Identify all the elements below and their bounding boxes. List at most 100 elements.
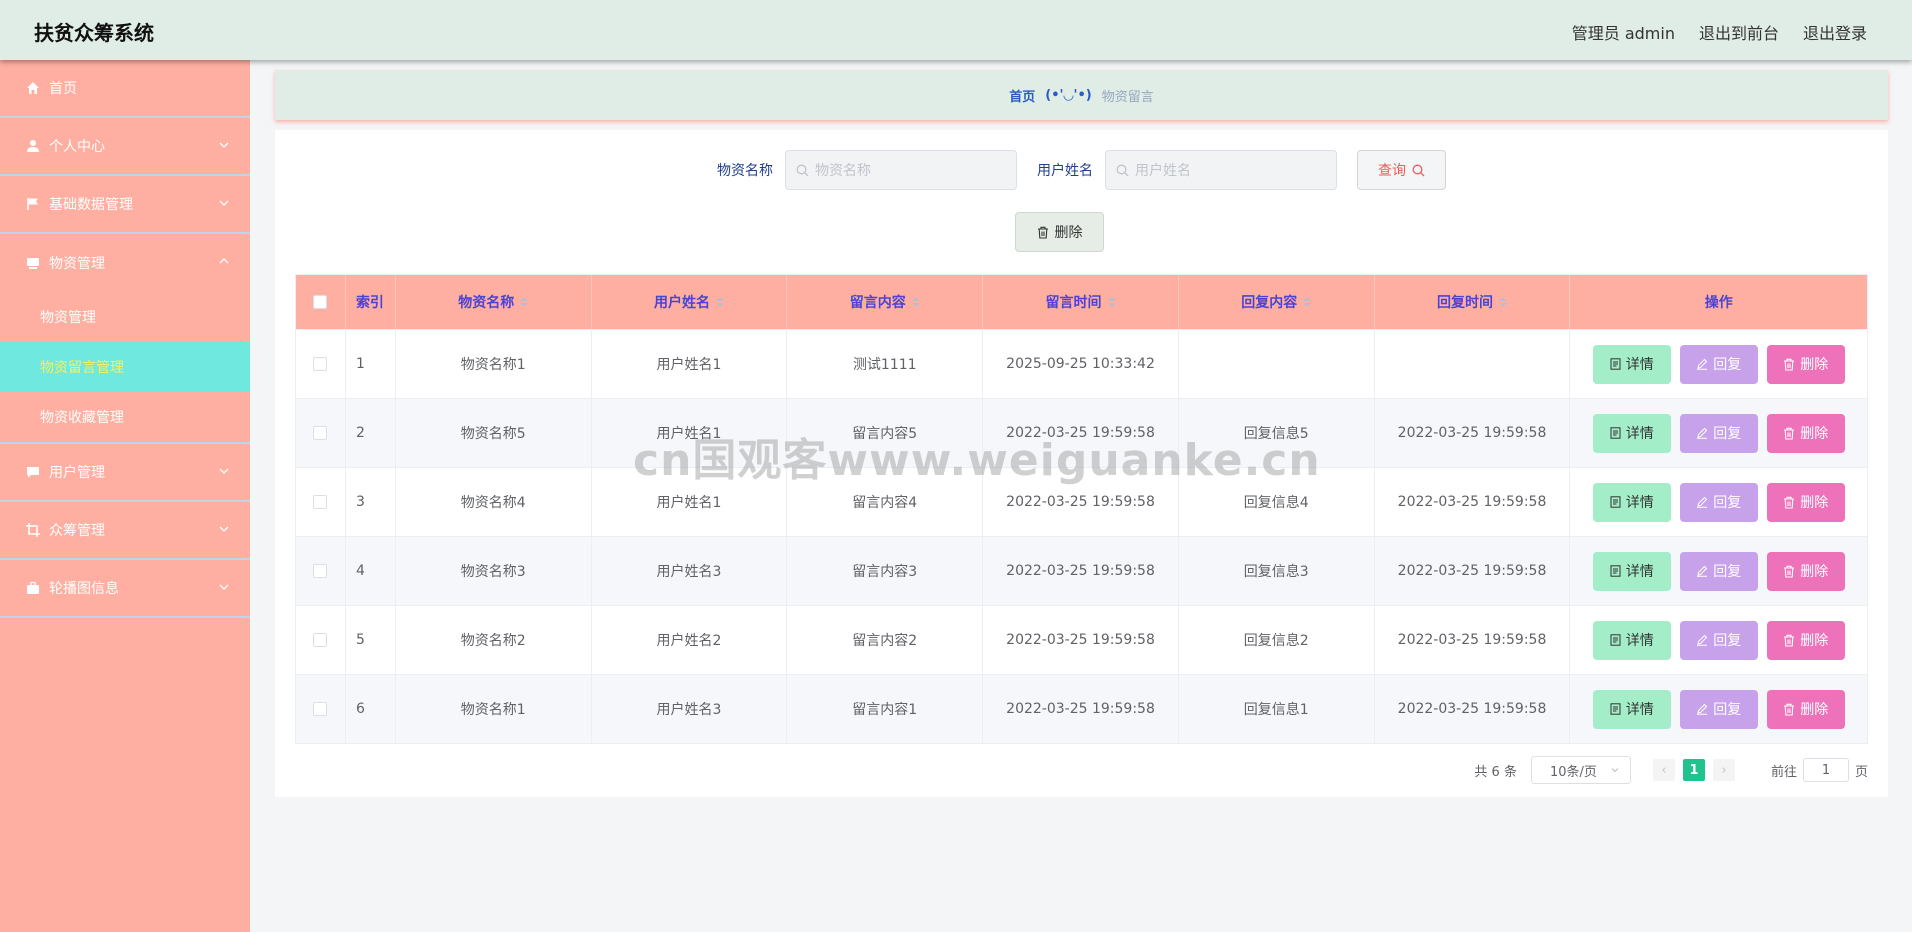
query-button[interactable]: 查询: [1357, 150, 1446, 190]
row-checkbox[interactable]: [313, 564, 328, 578]
material-name-label: 物资名称: [717, 163, 773, 179]
trash-icon: [1784, 427, 1795, 440]
cell-material: 物资名称5: [396, 399, 592, 467]
sidebar-item-materials[interactable]: 物资管理: [0, 234, 250, 292]
cell-message: 留言内容2: [787, 606, 984, 674]
trash-icon: [1784, 634, 1795, 647]
prev-page-button[interactable]: ‹: [1652, 759, 1675, 781]
sidebar-item-carousel[interactable]: 轮播图信息: [0, 560, 250, 618]
sidebar-item-personal[interactable]: 个人中心: [0, 118, 250, 176]
breadcrumb-home[interactable]: 首页: [1009, 86, 1035, 105]
sidebar-sub-item-messages[interactable]: 物资留言管理: [0, 342, 250, 392]
sidebar-item-users[interactable]: 用户管理: [0, 444, 250, 502]
table-row: 3 物资名称4 用户姓名1 留言内容4 2022-03-25 19:59:58 回复信息4…: [296, 467, 1867, 536]
select-all-checkbox[interactable]: [313, 295, 328, 309]
admin-label[interactable]: 管理员 admin: [1572, 20, 1675, 44]
row-checkbox[interactable]: [313, 633, 328, 647]
chevron-down-icon: [219, 200, 229, 206]
cell-message-time: 2025-09-25 10:33:42: [983, 330, 1179, 398]
detail-button[interactable]: 详情: [1592, 689, 1671, 729]
sidebar-item-label: 个人中心: [49, 139, 105, 155]
cell-reply-time: 2022-03-25 19:59:58: [1375, 399, 1571, 467]
sort-icon: [1303, 297, 1312, 307]
reply-button[interactable]: 回复: [1679, 620, 1758, 660]
cell-actions: 详情 回复 删除: [1570, 675, 1867, 743]
sidebar-sub-item-materials[interactable]: 物资管理: [0, 292, 250, 342]
reply-button[interactable]: 回复: [1679, 482, 1758, 522]
cell-material: 物资名称1: [396, 675, 592, 743]
page-number-current[interactable]: 1: [1682, 759, 1705, 781]
reply-button[interactable]: 回复: [1679, 413, 1758, 453]
box-icon: [25, 255, 41, 271]
cell-material: 物资名称4: [396, 468, 592, 536]
reply-button[interactable]: 回复: [1679, 551, 1758, 591]
user-name-label: 用户姓名: [1037, 163, 1093, 179]
main-panel: 物资名称 物资名称 用户姓名 用户姓名 查询 删除 索引 物资名称 用户姓名 留…: [275, 130, 1888, 797]
detail-button[interactable]: 详情: [1592, 344, 1671, 384]
chat-icon: [25, 464, 41, 480]
goto-page-input[interactable]: 1: [1802, 758, 1849, 782]
cell-reply-time: 2022-03-25 19:59:58: [1375, 468, 1571, 536]
column-header-material[interactable]: 物资名称: [396, 275, 592, 329]
cell-actions: 详情 回复 删除: [1570, 606, 1867, 674]
materials-submenu: 物资管理 物资留言管理 物资收藏管理: [0, 292, 250, 444]
search-icon: [1412, 164, 1425, 176]
sidebar-sub-item-favorites[interactable]: 物资收藏管理: [0, 392, 250, 442]
cell-user: 用户姓名1: [592, 399, 788, 467]
exit-to-front-link[interactable]: 退出到前台: [1699, 20, 1779, 44]
edit-icon: [1697, 358, 1708, 370]
sidebar-item-basic-data[interactable]: 基础数据管理: [0, 176, 250, 234]
edit-icon: [1697, 703, 1708, 715]
column-header-user[interactable]: 用户姓名: [592, 275, 788, 329]
delete-button[interactable]: 删除: [1766, 689, 1845, 729]
breadcrumb: 首页 (•'◡'•) 物资留言: [275, 70, 1888, 120]
column-header-message-time[interactable]: 留言时间: [983, 275, 1179, 329]
delete-button[interactable]: 删除: [1766, 413, 1845, 453]
material-name-input[interactable]: 物资名称: [785, 150, 1017, 190]
detail-button[interactable]: 详情: [1592, 413, 1671, 453]
cell-index: 5: [346, 606, 396, 674]
cell-reply: 回复信息1: [1179, 675, 1375, 743]
delete-button[interactable]: 删除: [1766, 620, 1845, 660]
cell-index: 3: [346, 468, 396, 536]
user-name-input[interactable]: 用户姓名: [1105, 150, 1337, 190]
detail-button[interactable]: 详情: [1592, 551, 1671, 591]
goto-prefix: 前往: [1770, 764, 1797, 780]
column-header-reply-time[interactable]: 回复时间: [1375, 275, 1571, 329]
logout-link[interactable]: 退出登录: [1803, 20, 1867, 44]
top-header: 扶贫众筹系统 管理员 admin 退出到前台 退出登录: [0, 0, 1912, 60]
cell-index: 1: [346, 330, 396, 398]
sidebar-item-label: 轮播图信息: [49, 581, 119, 597]
row-checkbox[interactable]: [313, 495, 328, 509]
cell-reply: 回复信息2: [1179, 606, 1375, 674]
row-select-cell: [296, 468, 346, 536]
page-size-select[interactable]: 10条/页: [1530, 756, 1631, 784]
delete-button[interactable]: 删除: [1766, 344, 1845, 384]
detail-button[interactable]: 详情: [1592, 482, 1671, 522]
detail-button[interactable]: 详情: [1592, 620, 1671, 660]
batch-delete-button[interactable]: 删除: [1015, 212, 1104, 252]
sidebar-item-crowdfunding[interactable]: 众筹管理: [0, 502, 250, 560]
table-row: 5 物资名称2 用户姓名2 留言内容2 2022-03-25 19:59:58 回复信息2…: [296, 605, 1867, 674]
edit-icon: [1697, 565, 1708, 577]
cell-message: 测试1111: [787, 330, 984, 398]
next-page-button[interactable]: ›: [1712, 759, 1735, 781]
row-checkbox[interactable]: [313, 426, 328, 440]
column-header-message[interactable]: 留言内容: [787, 275, 984, 329]
table-row: 1 物资名称1 用户姓名1 测试1111 2025-09-25 10:33:42 详情 回复…: [296, 329, 1867, 398]
column-header-reply[interactable]: 回复内容: [1179, 275, 1375, 329]
reply-button[interactable]: 回复: [1679, 344, 1758, 384]
chevron-down-icon: [219, 468, 229, 474]
cell-actions: 详情 回复 删除: [1570, 537, 1867, 605]
row-checkbox[interactable]: [313, 702, 328, 716]
cell-reply: 回复信息4: [1179, 468, 1375, 536]
row-checkbox[interactable]: [313, 357, 328, 371]
sidebar-item-home[interactable]: 首页: [0, 60, 250, 118]
chevron-up-icon: [219, 258, 229, 264]
reply-button[interactable]: 回复: [1679, 689, 1758, 729]
delete-button[interactable]: 删除: [1766, 551, 1845, 591]
cell-reply-time: 2022-03-25 19:59:58: [1375, 675, 1571, 743]
table-body: 1 物资名称1 用户姓名1 测试1111 2025-09-25 10:33:42 详情 回复…: [296, 329, 1867, 743]
total-count: 共 6 条: [1474, 764, 1517, 780]
delete-button[interactable]: 删除: [1766, 482, 1845, 522]
